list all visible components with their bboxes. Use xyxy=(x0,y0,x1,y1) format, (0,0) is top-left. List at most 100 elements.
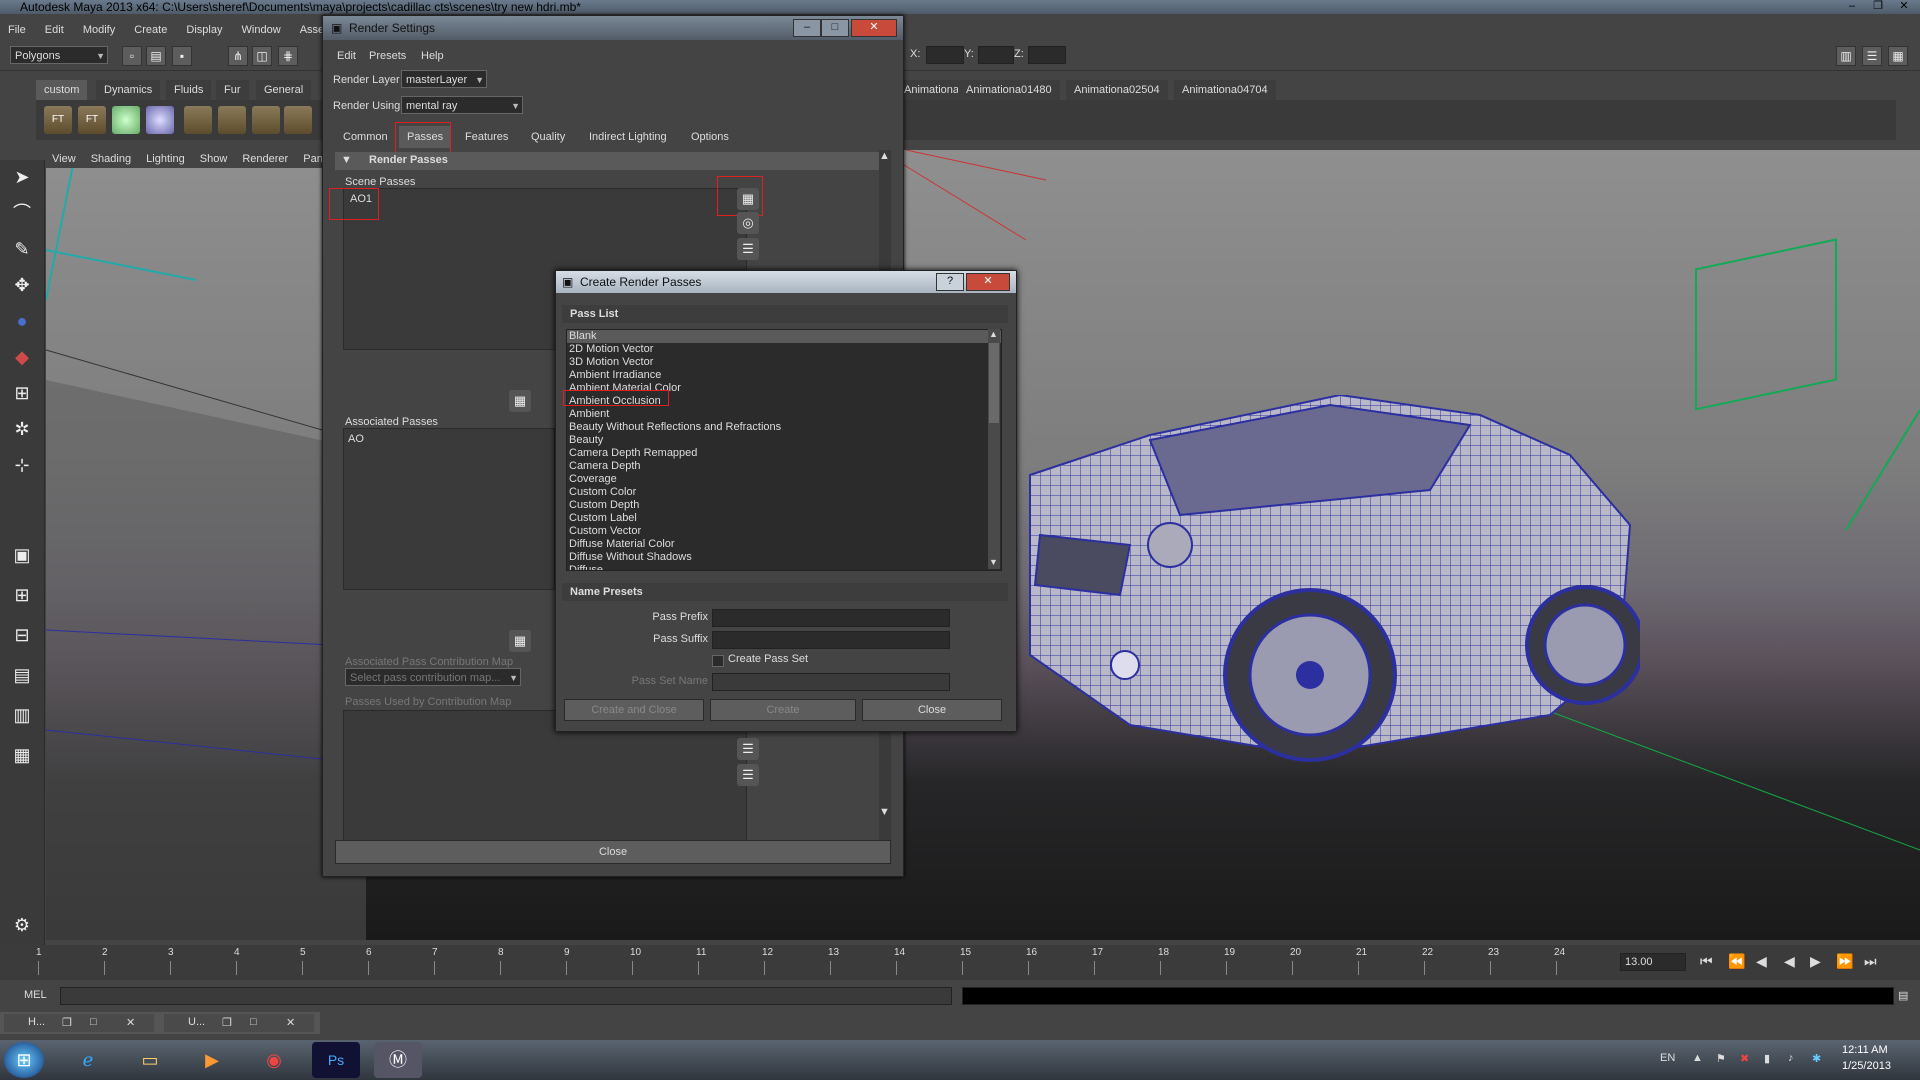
current-time-field[interactable]: 13.00 xyxy=(1620,953,1686,971)
shelf-plane-icon[interactable] xyxy=(218,106,246,134)
bluetooth-icon[interactable]: ✱ xyxy=(1812,1052,1821,1065)
vp-menu-shading[interactable]: Shading xyxy=(85,150,137,168)
pass-list[interactable]: Blank 2D Motion Vector 3D Motion Vector Amb… xyxy=(566,329,1002,571)
anim-tab-3[interactable]: Animationa02504 xyxy=(1066,80,1168,100)
pass-list-item[interactable]: Beauty Without Reflections and Refractio… xyxy=(567,421,1001,434)
vp-menu-show[interactable]: Show xyxy=(194,150,234,168)
maximize-icon[interactable]: □ xyxy=(821,19,849,37)
scroll-down-icon[interactable]: ▼ xyxy=(879,806,890,818)
select-tool-icon[interactable]: ➤ xyxy=(6,162,38,192)
dialog-close-button[interactable]: Close xyxy=(862,699,1002,721)
menu-display[interactable]: Display xyxy=(178,20,230,40)
chrome-icon[interactable]: ◉ xyxy=(250,1042,298,1078)
close-icon[interactable]: ✕ xyxy=(286,1016,295,1029)
layout-persp-icon[interactable]: ⊟ xyxy=(6,620,38,650)
shelf-tab-general[interactable]: General xyxy=(256,80,312,100)
pass-list-item[interactable]: Diffuse Without Shadows xyxy=(567,551,1001,564)
associated-pass-item[interactable]: AO xyxy=(348,433,364,445)
step-forward-key-icon[interactable]: ⏩ xyxy=(1836,953,1853,970)
volume-icon[interactable]: ♪ xyxy=(1788,1052,1794,1064)
tab-quality[interactable]: Quality xyxy=(523,126,573,148)
restore-icon[interactable]: ❐ xyxy=(222,1016,232,1029)
internet-explorer-icon[interactable]: ℯ xyxy=(64,1042,112,1078)
script-editor-icon[interactable]: ▤ xyxy=(1898,989,1908,1002)
scrollbar-thumb[interactable] xyxy=(989,343,999,423)
pass-set-name-input[interactable] xyxy=(712,673,950,691)
render-layer-dropdown[interactable]: masterLayer ▼ xyxy=(401,70,487,88)
pass-list-item[interactable]: Ambient xyxy=(567,408,1001,421)
contrib-map-dropdown[interactable]: Select pass contribution map... ▼ xyxy=(345,668,521,686)
mel-input[interactable] xyxy=(60,987,952,1005)
shelf-stack-icon[interactable] xyxy=(284,106,312,134)
pass-list-item[interactable]: Custom Vector xyxy=(567,525,1001,538)
language-indicator[interactable]: EN xyxy=(1660,1052,1675,1064)
shelf-tab-dynamics[interactable]: Dynamics xyxy=(96,80,161,100)
shelf-cylinder-icon[interactable] xyxy=(184,106,212,134)
close-icon[interactable]: ✕ xyxy=(1892,0,1916,14)
layout-graph-icon[interactable]: ▤ xyxy=(6,660,38,690)
tab-indirect-lighting[interactable]: Indirect Lighting xyxy=(581,126,675,148)
render-settings-close-button[interactable]: Close xyxy=(335,840,891,864)
shelf-light-icon[interactable] xyxy=(146,106,174,134)
network-icon[interactable]: ▮ xyxy=(1764,1052,1770,1065)
tool-settings-icon[interactable]: ☰ xyxy=(1862,46,1882,66)
select-object-icon[interactable]: ◫ xyxy=(252,46,272,66)
play-forward-icon[interactable]: ▶ xyxy=(1810,953,1821,970)
remove-from-map-icon[interactable]: ☰ xyxy=(737,764,759,786)
restore-icon[interactable]: ❐ xyxy=(62,1016,72,1029)
file-explorer-icon[interactable]: ▭ xyxy=(126,1042,174,1078)
move-tool-icon[interactable]: ✥ xyxy=(6,270,38,300)
create-button[interactable]: Create xyxy=(710,699,856,721)
associated-passes-list[interactable]: AO xyxy=(343,428,555,590)
pass-list-item[interactable]: 2D Motion Vector xyxy=(567,343,1001,356)
maximize-icon[interactable]: ❐ xyxy=(1866,0,1890,14)
pass-list-item[interactable]: Diffuse xyxy=(567,564,1001,570)
play-back-icon[interactable]: ◀ xyxy=(1784,953,1795,970)
rs-menu-help[interactable]: Help xyxy=(421,50,444,62)
anim-tab-2[interactable]: Animationa01480 xyxy=(958,80,1060,100)
pass-list-scrollbar[interactable] xyxy=(988,329,1000,569)
new-scene-icon[interactable]: ▫ xyxy=(122,46,142,66)
attribute-editor-icon[interactable]: ▥ xyxy=(1836,46,1856,66)
render-passes-section-header[interactable]: ▼ Render Passes xyxy=(335,152,881,170)
step-back-key-icon[interactable]: ⏪ xyxy=(1728,953,1745,970)
z-field[interactable] xyxy=(1028,46,1066,64)
pass-list-item[interactable]: Beauty xyxy=(567,434,1001,447)
scroll-up-icon[interactable]: ▲ xyxy=(879,150,890,162)
close-icon[interactable]: ✕ xyxy=(851,19,897,37)
scroll-down-icon[interactable]: ▼ xyxy=(989,557,998,567)
soft-mod-icon[interactable]: ✲ xyxy=(6,414,38,444)
channel-box-icon[interactable]: ▦ xyxy=(1888,46,1908,66)
select-component-icon[interactable]: ⋕ xyxy=(278,46,298,66)
time-slider[interactable]: 1 2 3 4 5 6 7 8 9 10 11 12 13 14 15 16 17 18 19 20 21 22 23 24 … xyxy=(0,945,1920,980)
start-button-icon[interactable]: ⊞ xyxy=(4,1042,44,1078)
go-to-end-icon[interactable]: ⏭ xyxy=(1864,953,1877,970)
tab-common[interactable]: Common xyxy=(335,126,396,148)
pass-stack-icon[interactable]: ☰ xyxy=(737,238,759,260)
minimize-icon[interactable]: – xyxy=(1840,0,1864,14)
manipulator-icon[interactable]: ⊞ xyxy=(6,378,38,408)
security-icon[interactable]: ✖ xyxy=(1740,1052,1749,1065)
step-back-frame-icon[interactable]: ◀︎ xyxy=(1756,953,1767,970)
render-settings-title-bar[interactable]: ▣ Render Settings – □ ✕ xyxy=(323,16,903,40)
toolbox-settings-icon[interactable]: ⚙ xyxy=(6,910,38,940)
go-to-start-icon[interactable]: ⏮ xyxy=(1700,953,1713,970)
mode-dropdown[interactable]: Polygons ▼ xyxy=(10,46,108,64)
pass-list-item[interactable]: 3D Motion Vector xyxy=(567,356,1001,369)
y-field[interactable] xyxy=(978,46,1014,64)
pass-list-item[interactable]: Coverage xyxy=(567,473,1001,486)
close-icon[interactable]: ✕ xyxy=(966,273,1010,291)
shelf-tab-custom[interactable]: custom xyxy=(36,80,88,100)
menu-file[interactable]: File xyxy=(0,20,34,40)
create-and-close-button[interactable]: Create and Close xyxy=(564,699,704,721)
layout-hyper-icon[interactable]: ▦ xyxy=(6,740,38,770)
shelf-tab-fur[interactable]: Fur xyxy=(216,80,249,100)
car-wireframe[interactable] xyxy=(1010,395,1640,815)
anim-tab-4[interactable]: Animationa04704 xyxy=(1174,80,1276,100)
pass-list-item[interactable]: Camera Depth xyxy=(567,460,1001,473)
add-to-map-icon[interactable]: ☰ xyxy=(737,738,759,760)
menu-window[interactable]: Window xyxy=(234,20,289,40)
rs-menu-edit[interactable]: Edit xyxy=(337,50,356,62)
lasso-tool-icon[interactable]: ⌒ xyxy=(6,198,38,228)
contrib-map-icon[interactable]: ▦ xyxy=(509,630,531,652)
